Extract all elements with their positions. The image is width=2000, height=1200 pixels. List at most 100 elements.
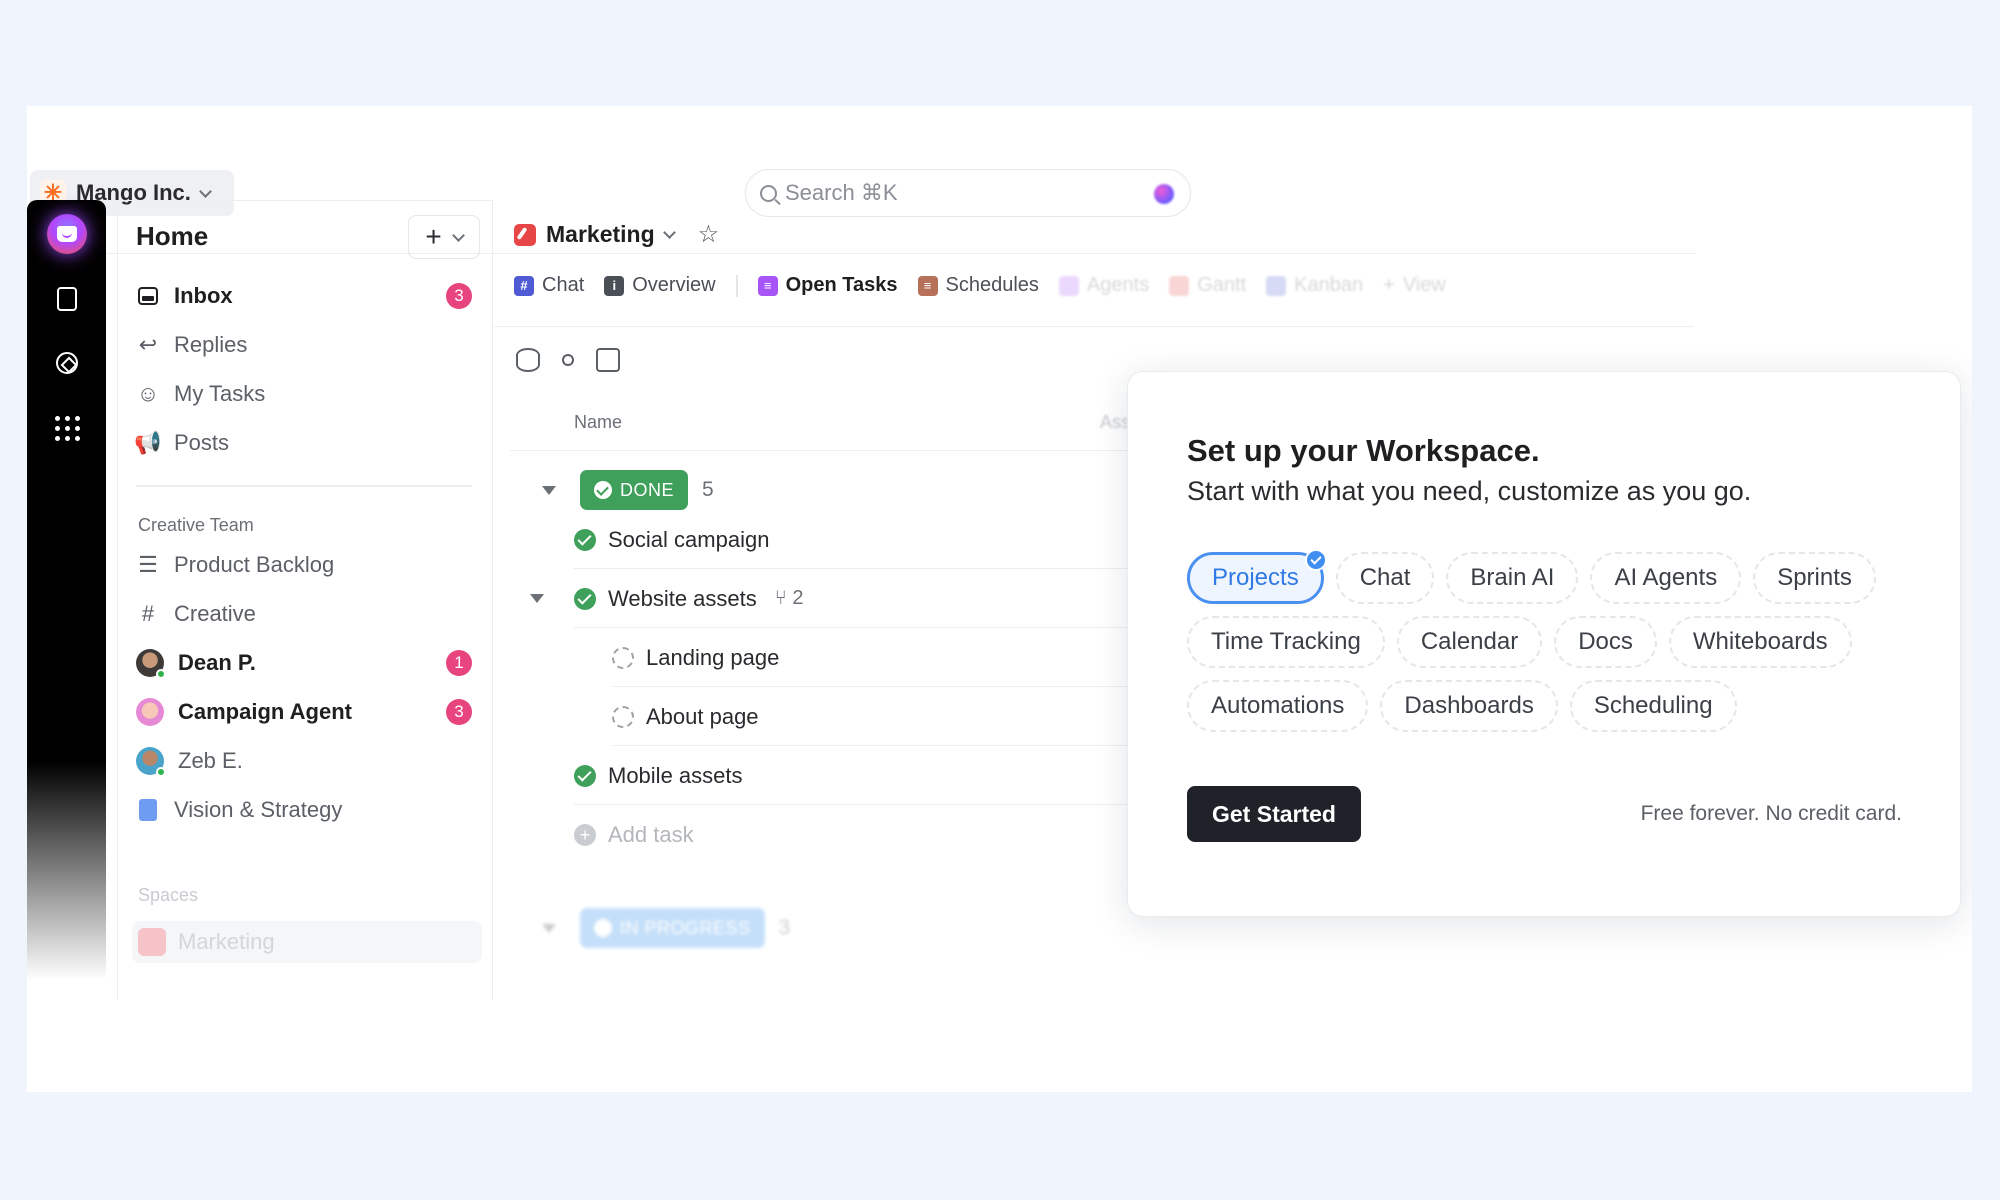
avatar (136, 649, 166, 679)
app-window: ✳ Mango Inc. Search ⌘K Home + Inbox 3 ↩ … (27, 106, 1972, 1092)
task-name[interactable]: Mobile assets (608, 763, 743, 789)
todo-status-icon[interactable] (612, 705, 634, 728)
view-tabs: # Chat i Overview ≡ Open Tasks ≡ Schedul… (514, 274, 1446, 297)
sidebar-item-dean[interactable]: Dean P. 1 (136, 643, 482, 683)
sidebar-item-label: Dean P. (178, 650, 256, 675)
user-tasks-icon: ☺ (136, 381, 160, 406)
chip-label: Automations (1211, 692, 1345, 719)
chip-label: Time Tracking (1211, 628, 1361, 655)
column-header-name[interactable]: Name (574, 412, 622, 433)
chip-dashboards[interactable]: Dashboards (1380, 680, 1558, 732)
layers-icon[interactable] (516, 348, 540, 372)
subtask-count-value: 2 (792, 587, 804, 609)
chip-ai-agents[interactable]: AI Agents (1590, 552, 1742, 604)
check-circle-icon[interactable] (574, 764, 596, 787)
sidebar-item-posts[interactable]: 📢 Posts (134, 423, 482, 463)
check-circle-icon[interactable] (574, 528, 596, 551)
sidebar-item-my-tasks[interactable]: ☺ My Tasks (136, 374, 482, 414)
ai-icon[interactable] (47, 343, 87, 383)
agent-icon (1058, 275, 1079, 296)
tab-gantt[interactable]: Gantt (1169, 274, 1246, 297)
docs-icon[interactable] (47, 279, 87, 319)
sidebar-item-label: Inbox (174, 283, 233, 308)
task-name[interactable]: Website assets (608, 586, 757, 612)
sidebar-item-marketing-space[interactable]: Marketing (132, 921, 482, 963)
group-count: 5 (702, 478, 714, 501)
workspace-setup-dialog: Set up your Workspace. Start with what y… (1127, 371, 1961, 917)
inbox-icon (136, 284, 160, 308)
add-task-label: Add task (608, 822, 694, 847)
hash-icon: # (514, 275, 534, 296)
task-name[interactable]: Landing page (646, 645, 779, 671)
check-circle-icon[interactable] (574, 587, 596, 610)
chip-label: AI Agents (1614, 564, 1718, 591)
todo-status-icon[interactable] (612, 646, 634, 669)
sidebar-item-campaign-agent[interactable]: Campaign Agent 3 (136, 692, 482, 732)
chip-label: Scheduling (1593, 692, 1713, 719)
plus-icon: + (1383, 274, 1395, 296)
chip-label: Docs (1578, 628, 1633, 655)
tab-chat[interactable]: # Chat (514, 274, 584, 297)
kanban-icon (1266, 275, 1287, 296)
caret-down-icon[interactable] (542, 485, 556, 495)
chip-label: Whiteboards (1692, 628, 1828, 655)
chip-scheduling[interactable]: Scheduling (1569, 680, 1737, 732)
section-title-spaces: Spaces (138, 885, 199, 905)
clock-icon (594, 919, 612, 937)
chip-whiteboards[interactable]: Whiteboards (1668, 616, 1852, 668)
chip-projects[interactable]: Projects (1187, 549, 1327, 604)
tab-label: View (1402, 274, 1446, 296)
sidebar: Home + Inbox 3 ↩ Replies ☺ My Tasks 📢 Po… (117, 200, 493, 1000)
sidebar-item-replies[interactable]: ↩ Replies (136, 325, 482, 365)
home-icon[interactable] (47, 214, 87, 254)
sidebar-item-label: Product Backlog (174, 552, 335, 577)
tab-label: Chat (542, 274, 585, 296)
task-name[interactable]: Social campaign (608, 527, 769, 553)
sidebar-item-zeb[interactable]: Zeb E. (136, 741, 482, 781)
create-button[interactable]: + (408, 215, 480, 259)
feature-chips: Projects Chat Brain AI AI Agents Sprints… (1187, 549, 1907, 732)
apps-icon[interactable] (47, 408, 87, 448)
caret-down-icon[interactable] (542, 923, 556, 933)
avatar (136, 698, 164, 726)
columns-icon[interactable] (596, 348, 620, 372)
marketing-icon (514, 223, 536, 246)
chip-chat[interactable]: Chat (1335, 552, 1435, 604)
sidebar-item-vision-strategy[interactable]: Vision & Strategy (136, 790, 482, 830)
get-started-button[interactable]: Get Started (1187, 786, 1361, 842)
group-in-progress[interactable]: IN PROGRESS 3 (542, 908, 790, 948)
tab-overview[interactable]: i Overview (604, 274, 716, 297)
subtask-icon[interactable] (562, 354, 574, 366)
chip-label: Brain AI (1470, 564, 1555, 591)
tab-label: Overview (632, 274, 716, 296)
group-done[interactable]: DONE 5 (542, 470, 714, 510)
tab-schedules[interactable]: ≡ Schedules (917, 274, 1039, 297)
chevron-down-icon[interactable] (662, 226, 676, 239)
tab-label: Agents (1086, 274, 1150, 296)
chip-calendar[interactable]: Calendar (1396, 616, 1543, 668)
status-badge: DONE (580, 470, 689, 510)
list-icon: ≡ (757, 275, 778, 296)
chip-time-tracking[interactable]: Time Tracking (1187, 616, 1385, 668)
tab-kanban[interactable]: Kanban (1266, 274, 1363, 297)
chip-automations[interactable]: Automations (1187, 680, 1369, 732)
caret-down-icon[interactable] (530, 594, 544, 603)
tab-open-tasks[interactable]: ≡ Open Tasks (757, 274, 898, 297)
chip-docs[interactable]: Docs (1554, 616, 1657, 668)
sidebar-item-creative[interactable]: # Creative (136, 594, 482, 634)
sidebar-item-label: Vision & Strategy (174, 797, 343, 822)
sidebar-item-inbox[interactable]: Inbox 3 (136, 276, 482, 316)
add-view-button[interactable]: + View (1383, 274, 1446, 297)
chip-sprints[interactable]: Sprints (1753, 552, 1876, 604)
page-title[interactable]: Marketing (546, 221, 655, 248)
space-icon (138, 928, 166, 956)
sidebar-item-product-backlog[interactable]: ☰ Product Backlog (136, 545, 482, 585)
task-name[interactable]: About page (646, 704, 759, 730)
checklist-icon: ☰ (138, 552, 158, 577)
star-icon[interactable]: ☆ (698, 220, 720, 249)
tab-agents[interactable]: Agents (1058, 274, 1150, 297)
chevron-down-icon (451, 228, 465, 242)
sidebar-divider (136, 485, 472, 487)
unread-badge: 1 (446, 650, 472, 676)
chip-brain-ai[interactable]: Brain AI (1446, 552, 1579, 604)
